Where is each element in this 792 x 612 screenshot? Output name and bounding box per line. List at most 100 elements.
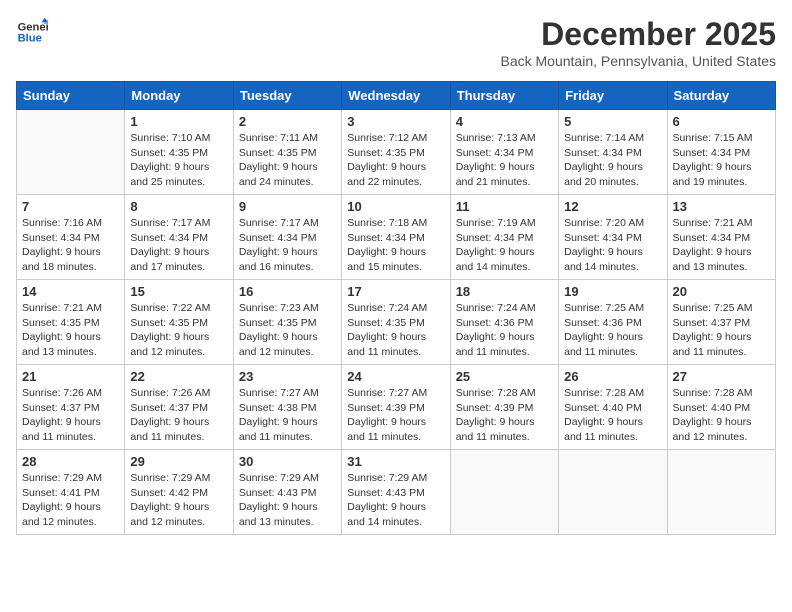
- day-info: Sunrise: 7:28 AMSunset: 4:39 PMDaylight:…: [456, 386, 553, 445]
- calendar-cell: 29 Sunrise: 7:29 AMSunset: 4:42 PMDayligh…: [125, 450, 233, 535]
- weekday-header-friday: Friday: [559, 82, 667, 110]
- day-number: 8: [130, 199, 227, 214]
- day-number: 25: [456, 369, 553, 384]
- day-number: 14: [22, 284, 119, 299]
- calendar-cell: 26Sunrise: 7:28 AMSunset: 4:40 PMDayligh…: [559, 365, 667, 450]
- page-header: General Blue December 2025 Back Mountain…: [16, 16, 776, 69]
- day-info: Sunrise: 7:10 AMSunset: 4:35 PMDaylight:…: [130, 131, 227, 190]
- calendar-cell: 13Sunrise: 7:21 AMSunset: 4:34 PMDayligh…: [667, 195, 775, 280]
- calendar-cell: 9 Sunrise: 7:17 AMSunset: 4:34 PMDaylight…: [233, 195, 341, 280]
- day-number: 9: [239, 199, 336, 214]
- day-number: 6: [673, 114, 770, 129]
- month-title: December 2025: [501, 16, 777, 53]
- day-number: 20: [673, 284, 770, 299]
- logo-icon: General Blue: [16, 16, 48, 48]
- calendar-cell: 4 Sunrise: 7:13 AMSunset: 4:34 PMDaylight…: [450, 110, 558, 195]
- day-number: 17: [347, 284, 444, 299]
- title-block: December 2025 Back Mountain, Pennsylvani…: [501, 16, 777, 69]
- calendar-cell: [559, 450, 667, 535]
- day-info: Sunrise: 7:27 AMSunset: 4:38 PMDaylight:…: [239, 386, 336, 445]
- day-info: Sunrise: 7:26 AMSunset: 4:37 PMDaylight:…: [130, 386, 227, 445]
- day-info: Sunrise: 7:22 AMSunset: 4:35 PMDaylight:…: [130, 301, 227, 360]
- day-info: Sunrise: 7:14 AMSunset: 4:34 PMDaylight:…: [564, 131, 661, 190]
- weekday-header-tuesday: Tuesday: [233, 82, 341, 110]
- day-info: Sunrise: 7:21 AMSunset: 4:35 PMDaylight:…: [22, 301, 119, 360]
- calendar-table: SundayMondayTuesdayWednesdayThursdayFrid…: [16, 81, 776, 535]
- calendar-cell: 14 Sunrise: 7:21 AMSunset: 4:35 PMDayligh…: [17, 280, 125, 365]
- calendar-cell: 24Sunrise: 7:27 AMSunset: 4:39 PMDayligh…: [342, 365, 450, 450]
- day-number: 1: [130, 114, 227, 129]
- calendar-cell: 12 Sunrise: 7:20 AMSunset: 4:34 PMDayligh…: [559, 195, 667, 280]
- day-number: 15: [130, 284, 227, 299]
- day-number: 12: [564, 199, 661, 214]
- week-row-5: 28 Sunrise: 7:29 AMSunset: 4:41 PMDayligh…: [17, 450, 776, 535]
- week-row-4: 21 Sunrise: 7:26 AMSunset: 4:37 PMDayligh…: [17, 365, 776, 450]
- day-number: 29: [130, 454, 227, 469]
- day-number: 30: [239, 454, 336, 469]
- calendar-cell: 18Sunrise: 7:24 AMSunset: 4:36 PMDayligh…: [450, 280, 558, 365]
- day-info: Sunrise: 7:24 AMSunset: 4:35 PMDaylight:…: [347, 301, 444, 360]
- day-info: Sunrise: 7:16 AMSunset: 4:34 PMDaylight:…: [22, 216, 119, 275]
- day-info: Sunrise: 7:15 AMSunset: 4:34 PMDaylight:…: [673, 131, 770, 190]
- day-number: 19: [564, 284, 661, 299]
- day-info: Sunrise: 7:29 AMSunset: 4:41 PMDaylight:…: [22, 471, 119, 530]
- calendar-cell: 27 Sunrise: 7:28 AMSunset: 4:40 PMDayligh…: [667, 365, 775, 450]
- weekday-header-sunday: Sunday: [17, 82, 125, 110]
- day-info: Sunrise: 7:13 AMSunset: 4:34 PMDaylight:…: [456, 131, 553, 190]
- day-number: 22: [130, 369, 227, 384]
- calendar-cell: 25 Sunrise: 7:28 AMSunset: 4:39 PMDayligh…: [450, 365, 558, 450]
- location-title: Back Mountain, Pennsylvania, United Stat…: [501, 53, 777, 69]
- day-info: Sunrise: 7:25 AMSunset: 4:36 PMDaylight:…: [564, 301, 661, 360]
- svg-text:Blue: Blue: [18, 33, 42, 45]
- weekday-header-saturday: Saturday: [667, 82, 775, 110]
- calendar-cell: 30 Sunrise: 7:29 AMSunset: 4:43 PMDayligh…: [233, 450, 341, 535]
- calendar-cell: [450, 450, 558, 535]
- weekday-header-wednesday: Wednesday: [342, 82, 450, 110]
- day-info: Sunrise: 7:19 AMSunset: 4:34 PMDaylight:…: [456, 216, 553, 275]
- calendar-cell: 31 Sunrise: 7:29 AMSunset: 4:43 PMDayligh…: [342, 450, 450, 535]
- day-number: 27: [673, 369, 770, 384]
- calendar-cell: 17 Sunrise: 7:24 AMSunset: 4:35 PMDayligh…: [342, 280, 450, 365]
- day-info: Sunrise: 7:20 AMSunset: 4:34 PMDaylight:…: [564, 216, 661, 275]
- day-number: 4: [456, 114, 553, 129]
- day-info: Sunrise: 7:26 AMSunset: 4:37 PMDaylight:…: [22, 386, 119, 445]
- logo: General Blue: [16, 16, 48, 48]
- day-number: 7: [22, 199, 119, 214]
- calendar-cell: 5 Sunrise: 7:14 AMSunset: 4:34 PMDaylight…: [559, 110, 667, 195]
- day-info: Sunrise: 7:29 AMSunset: 4:43 PMDaylight:…: [347, 471, 444, 530]
- day-number: 13: [673, 199, 770, 214]
- calendar-cell: 11Sunrise: 7:19 AMSunset: 4:34 PMDayligh…: [450, 195, 558, 280]
- calendar-cell: 20Sunrise: 7:25 AMSunset: 4:37 PMDayligh…: [667, 280, 775, 365]
- calendar-cell: 7 Sunrise: 7:16 AMSunset: 4:34 PMDaylight…: [17, 195, 125, 280]
- day-info: Sunrise: 7:17 AMSunset: 4:34 PMDaylight:…: [130, 216, 227, 275]
- calendar-cell: 8 Sunrise: 7:17 AMSunset: 4:34 PMDaylight…: [125, 195, 233, 280]
- day-number: 3: [347, 114, 444, 129]
- day-info: Sunrise: 7:11 AMSunset: 4:35 PMDaylight:…: [239, 131, 336, 190]
- day-info: Sunrise: 7:29 AMSunset: 4:42 PMDaylight:…: [130, 471, 227, 530]
- calendar-cell: [17, 110, 125, 195]
- day-number: 28: [22, 454, 119, 469]
- day-info: Sunrise: 7:28 AMSunset: 4:40 PMDaylight:…: [673, 386, 770, 445]
- day-number: 31: [347, 454, 444, 469]
- week-row-1: 1 Sunrise: 7:10 AMSunset: 4:35 PMDaylight…: [17, 110, 776, 195]
- calendar-cell: 2 Sunrise: 7:11 AMSunset: 4:35 PMDaylight…: [233, 110, 341, 195]
- weekday-header-monday: Monday: [125, 82, 233, 110]
- calendar-cell: 19 Sunrise: 7:25 AMSunset: 4:36 PMDayligh…: [559, 280, 667, 365]
- day-number: 21: [22, 369, 119, 384]
- day-number: 23: [239, 369, 336, 384]
- day-number: 5: [564, 114, 661, 129]
- day-info: Sunrise: 7:27 AMSunset: 4:39 PMDaylight:…: [347, 386, 444, 445]
- calendar-cell: 3Sunrise: 7:12 AMSunset: 4:35 PMDaylight…: [342, 110, 450, 195]
- week-row-3: 14 Sunrise: 7:21 AMSunset: 4:35 PMDayligh…: [17, 280, 776, 365]
- day-info: Sunrise: 7:17 AMSunset: 4:34 PMDaylight:…: [239, 216, 336, 275]
- day-number: 2: [239, 114, 336, 129]
- day-number: 10: [347, 199, 444, 214]
- day-info: Sunrise: 7:29 AMSunset: 4:43 PMDaylight:…: [239, 471, 336, 530]
- calendar-cell: 6 Sunrise: 7:15 AMSunset: 4:34 PMDaylight…: [667, 110, 775, 195]
- calendar-cell: 10Sunrise: 7:18 AMSunset: 4:34 PMDayligh…: [342, 195, 450, 280]
- calendar-cell: 16Sunrise: 7:23 AMSunset: 4:35 PMDayligh…: [233, 280, 341, 365]
- week-row-2: 7 Sunrise: 7:16 AMSunset: 4:34 PMDaylight…: [17, 195, 776, 280]
- calendar-cell: 22 Sunrise: 7:26 AMSunset: 4:37 PMDayligh…: [125, 365, 233, 450]
- calendar-cell: 15 Sunrise: 7:22 AMSunset: 4:35 PMDayligh…: [125, 280, 233, 365]
- day-number: 26: [564, 369, 661, 384]
